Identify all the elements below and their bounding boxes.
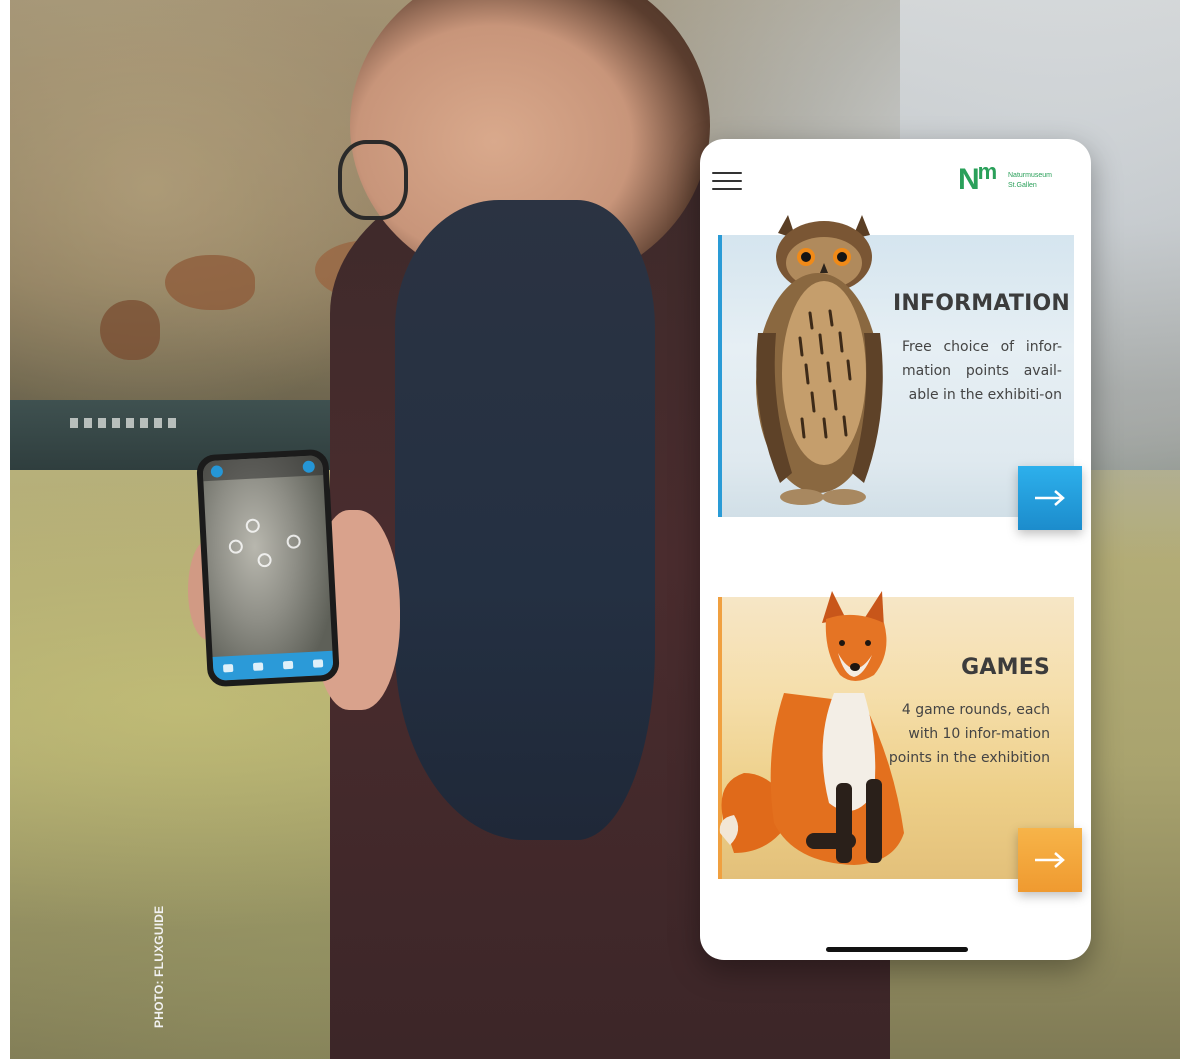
logo-mark-n: N: [958, 163, 980, 196]
left-margin-strip: [0, 0, 10, 1059]
games-title: GAMES: [961, 655, 1050, 680]
home-indicator: [826, 947, 968, 952]
deer-figure: [100, 300, 160, 360]
arrow-right-icon: [1035, 490, 1065, 506]
tab-icon: [282, 660, 294, 670]
app-screen: Nm Naturmuseum St.Gallen INFORMATION Fre…: [700, 139, 1091, 960]
handheld-phone-screen: [202, 455, 334, 681]
logo-mark: Nm: [958, 159, 997, 197]
tab-icon: [252, 662, 264, 671]
glasses: [338, 140, 408, 220]
map-pin-icon: [257, 552, 272, 568]
museum-logo: Nm Naturmuseum St.Gallen: [958, 159, 1078, 201]
games-description: 4 game rounds, each with 10 infor-mation…: [888, 702, 1050, 766]
tab-icon: [222, 663, 234, 673]
logo-mark-m: m: [977, 159, 998, 184]
information-card[interactable]: INFORMATION Free choice of infor-mation …: [718, 215, 1082, 530]
tab-icon: [312, 659, 324, 668]
games-arrow-button[interactable]: [1018, 828, 1082, 892]
deer-figure: [165, 255, 255, 310]
handheld-phone: [196, 448, 340, 688]
ledge-lights: [70, 418, 180, 428]
logo-line-1: Naturmuseum: [1008, 172, 1052, 179]
games-card[interactable]: GAMES 4 game rounds, each with 10 infor-…: [718, 591, 1082, 892]
information-arrow-button[interactable]: [1018, 466, 1082, 530]
arrow-right-icon: [1035, 852, 1065, 868]
map-pin-icon: [286, 534, 302, 549]
handheld-tabbar: [212, 650, 334, 681]
logo-line-2: St.Gallen: [1008, 182, 1037, 189]
map-pin-icon: [245, 518, 261, 534]
owl-image: [756, 215, 883, 505]
information-title: INFORMATION: [893, 291, 1070, 316]
photo-credit: PHOTO: FLUXGUIDE: [152, 905, 166, 1028]
hamburger-menu-icon[interactable]: [712, 172, 742, 190]
information-description: Free choice of infor-mation points avail…: [902, 339, 1062, 403]
logo-text: Naturmuseum St.Gallen: [1008, 171, 1052, 191]
person-scarf: [395, 200, 655, 840]
map-pin-icon: [228, 539, 244, 555]
